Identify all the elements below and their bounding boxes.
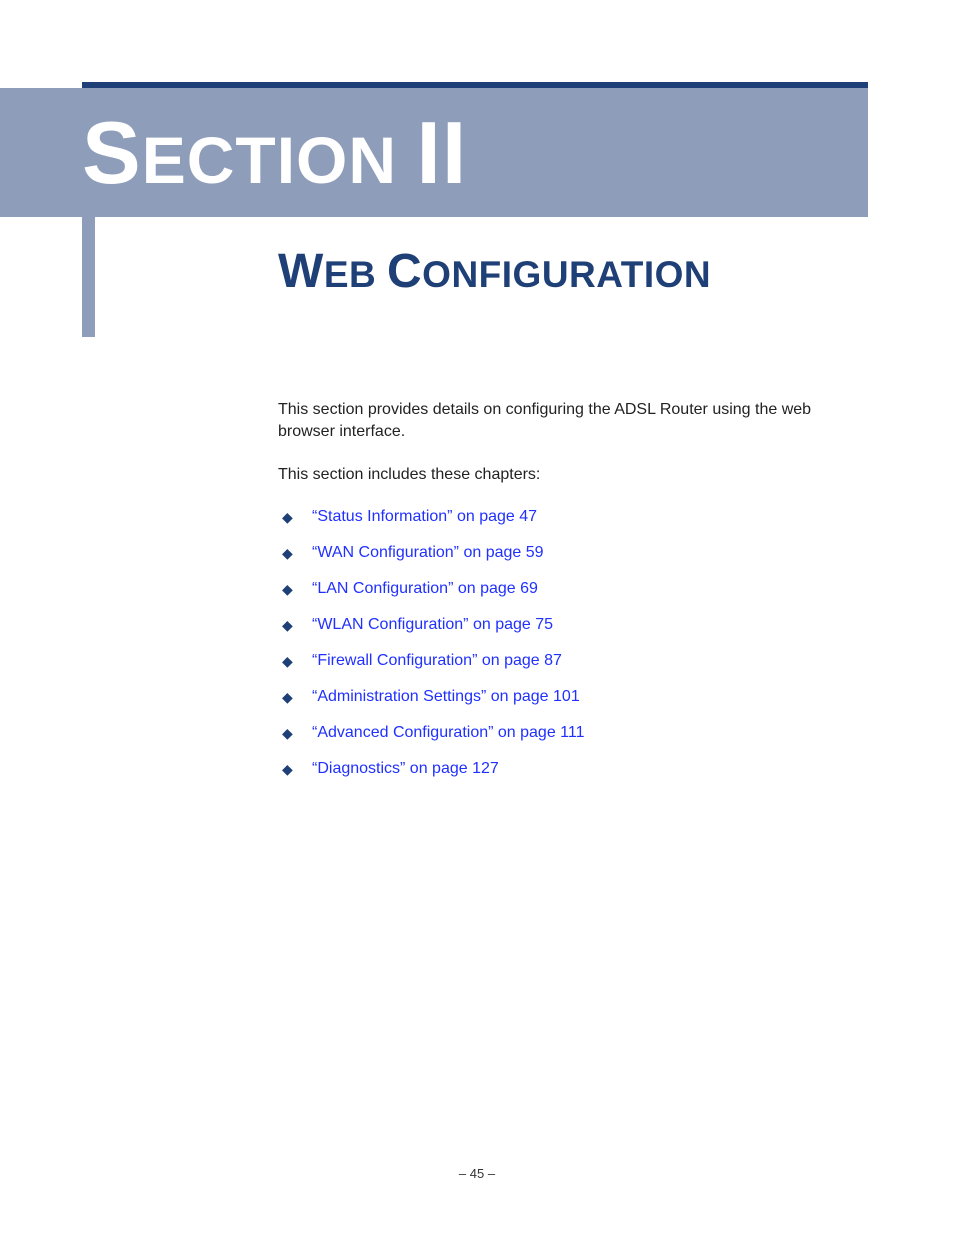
intro-paragraph-1: This section provides details on configu… — [278, 399, 868, 442]
chapter-link[interactable]: “Status Information” on page 47 — [312, 508, 537, 525]
section-banner: SECTION II — [0, 88, 868, 217]
section-banner-text: SECTION II — [82, 109, 467, 197]
chapter-link[interactable]: “Diagnostics” on page 127 — [312, 760, 499, 777]
intro-paragraph-2: This section includes these chapters: — [278, 464, 868, 486]
banner-word1-rest: ECTION — [142, 123, 397, 197]
banner-word2: II — [416, 103, 467, 202]
page-footer: – 45 – — [0, 1166, 954, 1181]
chapter-link[interactable]: “LAN Configuration” on page 69 — [312, 580, 538, 597]
title-space — [376, 254, 387, 295]
list-item: “WLAN Configuration” on page 75 — [278, 616, 868, 634]
sidebar-accent-bar — [82, 217, 95, 337]
chapter-list: “Status Information” on page 47 “WAN Con… — [278, 508, 868, 778]
title-w2-first: C — [387, 245, 422, 298]
list-item: “Firewall Configuration” on page 87 — [278, 652, 868, 670]
chapter-link[interactable]: “Administration Settings” on page 101 — [312, 688, 580, 705]
title-w1-rest: EB — [324, 254, 376, 295]
chapter-link[interactable]: “Firewall Configuration” on page 87 — [312, 652, 562, 669]
list-item: “Status Information” on page 47 — [278, 508, 868, 526]
list-item: “Advanced Configuration” on page 111 — [278, 724, 868, 742]
chapter-link[interactable]: “Advanced Configuration” on page 111 — [312, 724, 584, 741]
list-item: “WAN Configuration” on page 59 — [278, 544, 868, 562]
title-w2-rest: ONFIGURATION — [422, 254, 711, 295]
banner-word1-first: S — [82, 103, 142, 202]
list-item: “Administration Settings” on page 101 — [278, 688, 868, 706]
list-item: “Diagnostics” on page 127 — [278, 760, 868, 778]
chapter-link[interactable]: “WAN Configuration” on page 59 — [312, 544, 544, 561]
content-area: WEB CONFIGURATION This section provides … — [278, 244, 868, 796]
banner-space — [397, 123, 416, 197]
chapter-link[interactable]: “WLAN Configuration” on page 75 — [312, 616, 553, 633]
title-w1-first: W — [278, 245, 324, 298]
page-title: WEB CONFIGURATION — [278, 244, 868, 299]
list-item: “LAN Configuration” on page 69 — [278, 580, 868, 598]
